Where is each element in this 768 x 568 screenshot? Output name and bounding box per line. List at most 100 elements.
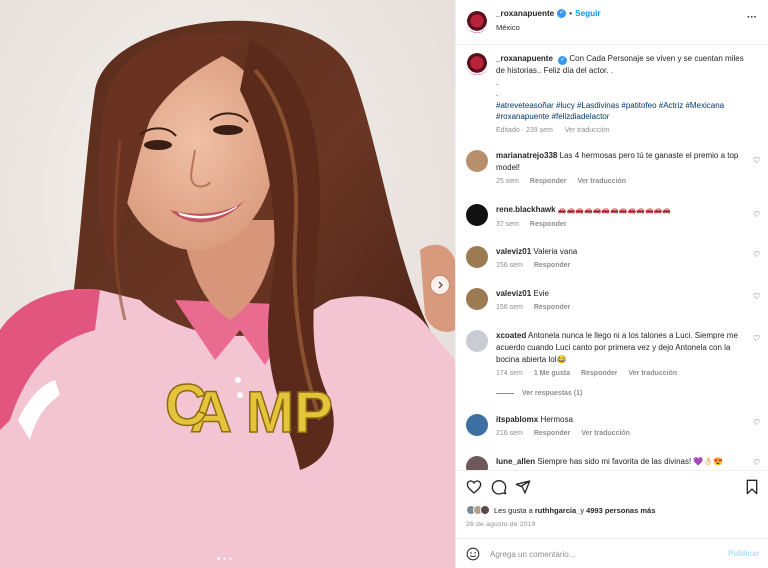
comment-meta: 216 sem Responder Ver traducción [496,428,746,440]
comment-body: rene.blackhawk 🚗🚗🚗🚗🚗🚗🚗🚗🚗🚗🚗🚗🚗 37 sem Resp… [496,204,746,231]
follow-button[interactable]: Seguir [575,9,600,18]
likes-prefix: Les gusta a [494,505,533,515]
next-photo-button[interactable] [431,276,449,294]
comment-item: lune_allen Siempre has sido mi favorita … [456,456,768,470]
translate-link[interactable]: Ver traducción [628,370,677,377]
reply-button[interactable]: Responder [534,262,571,269]
like-comment-heart-icon[interactable]: ♡ [753,210,760,219]
bookmark-icon[interactable] [744,479,760,495]
comment-time: 216 sem [496,430,523,437]
comment-body: valeviz01 Evie 156 sem Responder [496,288,746,314]
translate-link[interactable]: Ver traducción [565,127,610,134]
emoji-smiley-icon[interactable] [466,547,480,561]
avatar[interactable] [466,288,488,310]
comment-username[interactable]: xcoated [496,331,526,340]
translate-link[interactable]: Ver traducción [581,430,630,437]
view-replies-label: Ver respuestas (1) [522,390,583,397]
carousel-dot [223,557,226,560]
comment-text: Antonela nunca le llego ni a los talones… [496,331,738,364]
post-actions: Les gusta a ruthhgarcia_y 4993 personas … [456,470,768,540]
comment-body: lune_allen Siempre has sido mi favorita … [496,456,746,468]
svg-text:A MP: A MP [190,380,333,445]
header-user-row: _roxanapuente ✓ • Seguir [496,9,601,18]
avatar[interactable] [466,11,488,33]
instagram-post: A MP C _roxanapuente ✓ • Seguir México ·… [0,0,768,568]
comment-username[interactable]: lune_allen [496,457,535,466]
comment-time: 37 sem [496,221,519,228]
comment-meta: 25 sem Responder Ver traducción [496,176,746,188]
comment-username[interactable]: itspablomx [496,415,538,424]
comment-time: 156 sem [496,262,523,269]
carousel-dots [217,557,232,560]
caption-text-block: _roxanapuente ✓ Con Cada Personaje se vi… [496,53,751,136]
comment-time: 25 sem [496,178,519,185]
reply-button[interactable]: Responder [530,178,567,185]
more-options-icon[interactable]: ··· [747,12,757,23]
likes-summary[interactable]: Les gusta a ruthhgarcia_y 4993 personas … [466,505,655,515]
comment-body: marianatrejo338 Las 4 hermosas pero tú t… [496,150,746,188]
verified-badge-icon: ✓ [557,9,567,18]
share-send-icon[interactable] [515,479,531,495]
likes-count[interactable]: 4993 personas más [586,506,655,515]
avatar[interactable] [466,330,488,352]
replies-divider [496,393,514,394]
post-header: _roxanapuente ✓ • Seguir México ··· [456,0,768,45]
comment-meta: 174 sem 1 Me gusta Responder Ver traducc… [496,368,746,380]
avatar[interactable] [466,414,488,436]
like-comment-heart-icon[interactable]: ♡ [753,292,760,301]
like-comment-heart-icon[interactable]: ♡ [753,458,760,467]
liker-avatar [480,505,490,515]
avatar[interactable] [466,246,488,268]
like-comment-heart-icon[interactable]: ♡ [753,156,760,165]
comment-meta: 37 sem Responder [496,219,746,231]
post-date: 26 de agosto de 2019 [466,521,536,528]
caption-dots: . [496,77,499,87]
caption-username[interactable]: _roxanapuente [496,54,553,63]
post-media[interactable]: A MP C [0,0,455,568]
comment-text: 🚗🚗🚗🚗🚗🚗🚗🚗🚗🚗🚗🚗🚗 [557,207,672,214]
liker-username[interactable]: ruthhgarcia_ [535,506,580,515]
carousel-dot [217,557,220,560]
comment-body: itspablomx Hermosa 216 sem Responder Ver… [496,414,746,440]
caption-hashtags[interactable]: #atreveteasoñar #lucy #Lasdivinas #patit… [496,100,751,123]
comment-meta: 156 sem Responder [496,302,746,314]
comment-meta: 156 sem Responder [496,260,746,272]
view-replies-button[interactable]: Ver respuestas (1) [496,390,582,397]
comment-text: Evie [533,289,549,298]
comment-text: Hermosa [540,415,573,424]
comment-text: Valeria vana [533,247,578,256]
comment-bubble-icon[interactable] [491,479,507,495]
reply-button[interactable]: Responder [534,304,571,311]
like-heart-icon[interactable] [466,479,482,495]
avatar[interactable] [466,456,488,470]
avatar[interactable] [466,53,488,75]
likes-text: Les gusta a ruthhgarcia_y 4993 personas … [494,506,655,515]
comment-username[interactable]: valeviz01 [496,247,531,256]
comment-text: Siempre has sido mi favorita de las divi… [537,457,724,466]
comment-username[interactable]: marianatrejo338 [496,151,557,160]
avatar[interactable] [466,204,488,226]
like-comment-heart-icon[interactable]: ♡ [753,334,760,343]
comment-like-count[interactable]: 1 Me gusta [534,370,570,377]
reply-button[interactable]: Responder [534,430,571,437]
location-link[interactable]: México [496,23,520,32]
comment-body: xcoated Antonela nunca le llego ni a los… [496,330,746,380]
reply-button[interactable]: Responder [581,370,618,377]
username-link[interactable]: _roxanapuente [496,9,554,18]
publish-button[interactable]: Publicar [728,549,760,558]
comment-input[interactable] [490,546,720,562]
caption-meta: Editado · 239 sem Ver traducción [496,125,751,137]
svg-text:C: C [165,373,207,438]
carousel-dot [229,557,232,560]
like-comment-heart-icon[interactable]: ♡ [753,250,760,259]
verified-badge-icon: ✓ [558,56,568,65]
avatar[interactable] [466,150,488,172]
translate-link[interactable]: Ver traducción [577,178,626,185]
comment-time: 174 sem [496,370,523,377]
comment-username[interactable]: valeviz01 [496,289,531,298]
caption-edited-time: Editado · 239 sem [496,126,553,134]
comment-username[interactable]: rene.blackhawk [496,205,556,214]
like-comment-heart-icon[interactable]: ♡ [753,418,760,427]
reply-button[interactable]: Responder [530,221,567,228]
likes-middle: y [580,505,585,515]
